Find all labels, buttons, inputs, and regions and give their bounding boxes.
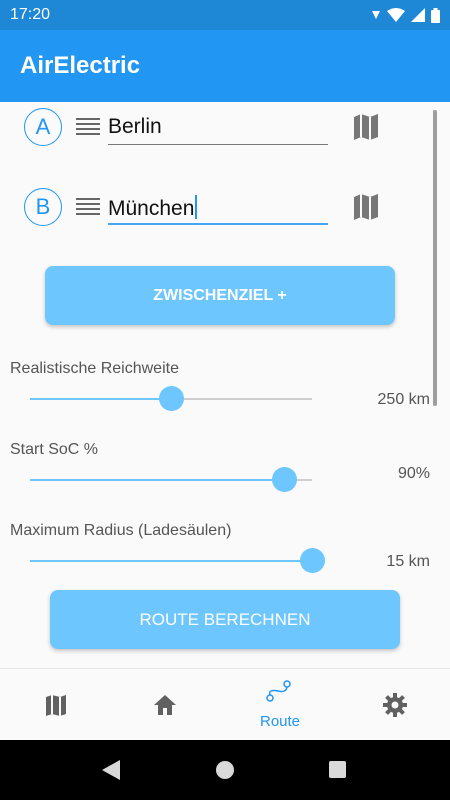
nav-home[interactable] — [109, 669, 221, 741]
destination-input[interactable]: München — [108, 189, 328, 225]
soc-slider-thumb[interactable] — [271, 467, 297, 492]
map-pick-icon[interactable] — [352, 193, 380, 221]
battery-icon — [431, 7, 440, 23]
status-time: 17:20 — [10, 6, 51, 23]
status-icons — [371, 7, 440, 23]
nav-route-label: Route — [259, 713, 301, 730]
home-circle-icon[interactable] — [216, 761, 234, 779]
text-caret — [195, 195, 198, 219]
back-icon[interactable] — [102, 760, 120, 780]
destination-input-value: München — [108, 197, 195, 220]
range-slider-thumb[interactable] — [159, 386, 184, 411]
range-value: 250 km — [377, 391, 430, 408]
soc-label: Start SoC % — [10, 441, 99, 458]
range-label: Realistische Reichweite — [10, 360, 179, 377]
app-title: AirElectric — [20, 52, 141, 79]
soc-slider-fill — [30, 479, 284, 481]
nav-route[interactable]: Route — [224, 669, 336, 741]
bottom-navigation: Route — [0, 668, 450, 740]
nav-map[interactable] — [0, 669, 112, 741]
radius-slider[interactable] — [30, 548, 325, 573]
drag-handle-icon[interactable] — [76, 118, 100, 138]
radius-value: 15 km — [386, 553, 430, 570]
soc-slider[interactable] — [30, 467, 312, 492]
scrollbar[interactable] — [433, 110, 437, 406]
radius-slider-fill — [30, 560, 312, 562]
soc-value: 90% — [397, 465, 430, 482]
radius-label: Maximum Radius (Ladesäulen) — [10, 522, 232, 539]
range-slider-fill — [30, 398, 171, 400]
status-bar: 17:20 — [0, 0, 450, 30]
map-pick-icon[interactable] — [352, 113, 380, 141]
add-stop-button[interactable]: ZWISCHENZIEL + — [45, 266, 395, 325]
signal-indicator-icon — [372, 11, 380, 19]
nav-settings[interactable] — [339, 669, 450, 741]
route-form — [0, 102, 450, 668]
system-navigation-bar — [0, 740, 450, 800]
gear-icon — [383, 693, 407, 717]
map-icon — [46, 695, 66, 716]
waypoint-a-badge: A — [24, 108, 62, 146]
drag-handle-icon[interactable] — [76, 198, 100, 218]
app-bar: AirElectric — [0, 30, 450, 102]
range-slider[interactable] — [30, 386, 312, 411]
home-icon — [154, 695, 176, 715]
radius-slider-thumb[interactable] — [300, 548, 325, 573]
cell-signal-icon — [411, 8, 425, 22]
start-input[interactable]: Berlin — [108, 109, 328, 145]
waypoint-b-badge: B — [24, 188, 62, 226]
start-input-value: Berlin — [108, 115, 162, 138]
wifi-icon — [387, 8, 405, 22]
route-icon — [266, 680, 291, 702]
calculate-route-button[interactable]: ROUTE BERECHNEN — [50, 590, 400, 649]
recents-icon[interactable] — [329, 761, 346, 778]
